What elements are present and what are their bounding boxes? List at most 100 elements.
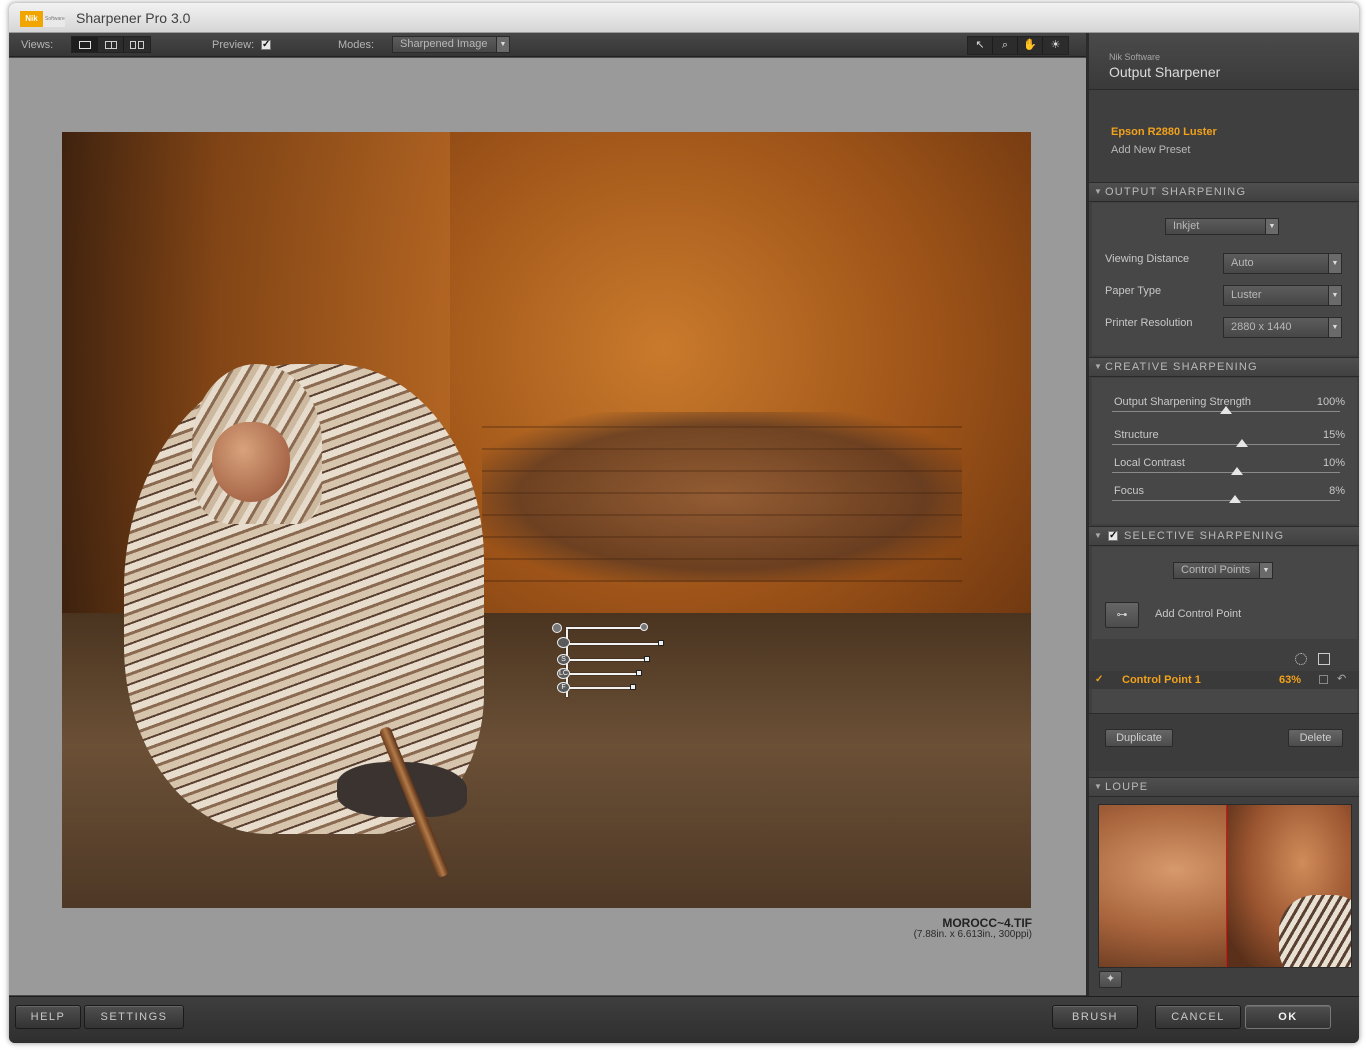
zoom-tool-button[interactable]: ⌕ bbox=[993, 37, 1018, 54]
local-contrast-tab: LC bbox=[557, 668, 570, 679]
structure-slider-knob[interactable] bbox=[644, 656, 650, 662]
output-sharpening-header[interactable]: ▼ OUTPUT SHARPENING bbox=[1089, 182, 1359, 202]
printer-resolution-label: Printer Resolution bbox=[1105, 317, 1193, 329]
viewing-distance-dropdown[interactable]: Auto ▼ bbox=[1223, 253, 1342, 274]
viewing-distance-value: Auto bbox=[1231, 257, 1254, 269]
single-view-icon bbox=[78, 40, 91, 49]
panel-title: Output Sharpener bbox=[1109, 64, 1221, 80]
control-point-handle[interactable] bbox=[552, 623, 562, 633]
focus-slider-track[interactable] bbox=[1112, 500, 1340, 501]
collapse-triangle-icon: ▼ bbox=[1094, 187, 1104, 196]
logo-text-nik: Nik bbox=[20, 11, 43, 27]
collapse-triangle-icon: ▼ bbox=[1094, 782, 1104, 791]
collapse-triangle-icon: ▼ bbox=[1094, 531, 1104, 540]
selective-method-dropdown[interactable]: Control Points ▼ bbox=[1173, 562, 1273, 579]
local-contrast-slider-value: 10% bbox=[1322, 457, 1345, 469]
hand-icon: ✋ bbox=[1023, 39, 1037, 51]
opacity-slider-knob[interactable] bbox=[658, 640, 664, 646]
loupe-pin-button[interactable]: ✦ bbox=[1099, 971, 1122, 988]
output-sharpening-title: OUTPUT SHARPENING bbox=[1105, 186, 1247, 198]
selective-sharpening-checkbox[interactable]: ✓ bbox=[1108, 531, 1118, 541]
image-canvas[interactable]: S LC F MOROCC~4.TIF (7.88in. x 6.613in.,… bbox=[9, 58, 1086, 995]
printer-resolution-dropdown[interactable]: 2880 x 1440 ▼ bbox=[1223, 317, 1342, 338]
output-type-dropdown[interactable]: Inkjet ▼ bbox=[1165, 218, 1279, 235]
paper-type-value: Luster bbox=[1231, 289, 1262, 301]
loupe-view[interactable] bbox=[1098, 804, 1352, 968]
loupe-split-line[interactable] bbox=[1226, 805, 1227, 967]
ok-button[interactable]: OK bbox=[1245, 1005, 1331, 1029]
local-contrast-slider-knob[interactable] bbox=[636, 670, 642, 676]
paper-type-label: Paper Type bbox=[1105, 285, 1162, 297]
nik-logo: Nik Software bbox=[20, 11, 65, 27]
add-control-point-button[interactable]: ⊶ bbox=[1105, 602, 1139, 628]
focus-slider-label: Focus bbox=[1114, 485, 1144, 497]
loupe-header[interactable]: ▼ LOUPE bbox=[1089, 777, 1359, 797]
local-contrast-slider-label: Local Contrast bbox=[1114, 457, 1185, 469]
show-selection-icon[interactable] bbox=[1295, 653, 1307, 665]
creative-sharpening-header[interactable]: ▼ CREATIVE SHARPENING bbox=[1089, 357, 1359, 377]
right-panel: Nik Software Output Sharpener Epson R288… bbox=[1086, 33, 1359, 996]
chevron-down-icon: ▼ bbox=[496, 37, 509, 52]
light-tool-button[interactable]: ☀ bbox=[1043, 37, 1068, 54]
selective-sharpening-body: Control Points ▼ ⊶ Add Control Point bbox=[1092, 547, 1357, 639]
control-point-opacity: 63% bbox=[1279, 674, 1302, 686]
output-type-value: Inkjet bbox=[1173, 220, 1200, 232]
selective-method-value: Control Points bbox=[1181, 564, 1251, 576]
modes-dropdown[interactable]: Sharpened Image ▼ bbox=[392, 36, 510, 53]
bottom-bar: HELP SETTINGS BRUSH CANCEL OK bbox=[9, 996, 1359, 1043]
hand-tool-button[interactable]: ✋ bbox=[1018, 37, 1043, 54]
file-dimensions: (7.88in. x 6.613in., 300ppi) bbox=[913, 929, 1032, 940]
cancel-button[interactable]: CANCEL bbox=[1155, 1005, 1241, 1029]
strength-slider-thumb[interactable] bbox=[1220, 406, 1232, 414]
chevron-down-icon: ▼ bbox=[1265, 219, 1278, 234]
focus-slider-thumb[interactable] bbox=[1229, 495, 1242, 503]
control-point-mask-toggle[interactable] bbox=[1319, 675, 1328, 684]
panel-header: Nik Software Output Sharpener bbox=[1089, 33, 1359, 90]
structure-slider-track[interactable] bbox=[1112, 444, 1340, 445]
view-mode-group bbox=[71, 36, 151, 53]
views-label: Views: bbox=[21, 39, 54, 51]
add-preset-link[interactable]: Add New Preset bbox=[1111, 144, 1190, 156]
control-point-widget[interactable]: S LC F bbox=[552, 623, 672, 707]
preset-name[interactable]: Epson R2880 Luster bbox=[1111, 126, 1217, 138]
split-view-icon bbox=[104, 40, 117, 49]
control-point-checkbox[interactable]: ✓ bbox=[1094, 675, 1104, 685]
creative-sharpening-body: Output Sharpening Strength 100% Structur… bbox=[1092, 378, 1357, 524]
viewing-distance-label: Viewing Distance bbox=[1105, 253, 1190, 265]
delete-button[interactable]: Delete bbox=[1288, 729, 1343, 747]
app-window: Nik Software Sharpener Pro 3.0 Views: Pr… bbox=[9, 3, 1359, 1043]
side-by-side-view-button[interactable] bbox=[124, 37, 150, 52]
control-point-add-icon: ⊶ bbox=[1116, 609, 1128, 621]
structure-slider-thumb[interactable] bbox=[1235, 439, 1248, 447]
control-point-list-empty bbox=[1092, 689, 1357, 713]
structure-slider-label: Structure bbox=[1114, 429, 1159, 441]
control-point-list-item[interactable]: ✓ Control Point 1 63% ↶ bbox=[1089, 671, 1359, 689]
selective-sharpening-header[interactable]: ▼ ✓ SELECTIVE SHARPENING bbox=[1089, 526, 1359, 546]
brush-button[interactable]: BRUSH bbox=[1052, 1005, 1138, 1029]
focus-slider-knob[interactable] bbox=[630, 684, 636, 690]
split-view-button[interactable] bbox=[98, 37, 124, 52]
opacity-tab bbox=[557, 637, 570, 648]
add-control-point-label: Add Control Point bbox=[1155, 608, 1242, 620]
structure-tab: S bbox=[557, 654, 570, 665]
focus-slider-value: 8% bbox=[1329, 485, 1345, 497]
settings-button[interactable]: SETTINGS bbox=[84, 1005, 184, 1029]
focus-tab: F bbox=[557, 682, 570, 693]
local-contrast-slider-track[interactable] bbox=[1112, 472, 1340, 473]
chevron-down-icon: ▼ bbox=[1259, 563, 1272, 578]
single-view-button[interactable] bbox=[72, 37, 98, 52]
chevron-down-icon: ▼ bbox=[1328, 254, 1341, 273]
help-button[interactable]: HELP bbox=[15, 1005, 81, 1029]
tool-group: ↖ ⌕ ✋ ☀ bbox=[967, 36, 1069, 55]
arrow-tool-button[interactable]: ↖ bbox=[968, 37, 993, 54]
selective-sharpening-title: SELECTIVE SHARPENING bbox=[1124, 530, 1285, 542]
preview-image[interactable]: S LC F bbox=[62, 132, 1031, 908]
local-contrast-slider-thumb[interactable] bbox=[1231, 467, 1244, 475]
duplicate-button[interactable]: Duplicate bbox=[1105, 729, 1173, 747]
show-mask-icon[interactable] bbox=[1318, 653, 1330, 665]
control-point-size-handle[interactable] bbox=[640, 623, 648, 631]
reset-icon[interactable]: ↶ bbox=[1337, 672, 1346, 685]
arrow-icon: ↖ bbox=[975, 39, 985, 51]
paper-type-dropdown[interactable]: Luster ▼ bbox=[1223, 285, 1342, 306]
preview-checkbox[interactable]: ✓ bbox=[261, 40, 271, 50]
